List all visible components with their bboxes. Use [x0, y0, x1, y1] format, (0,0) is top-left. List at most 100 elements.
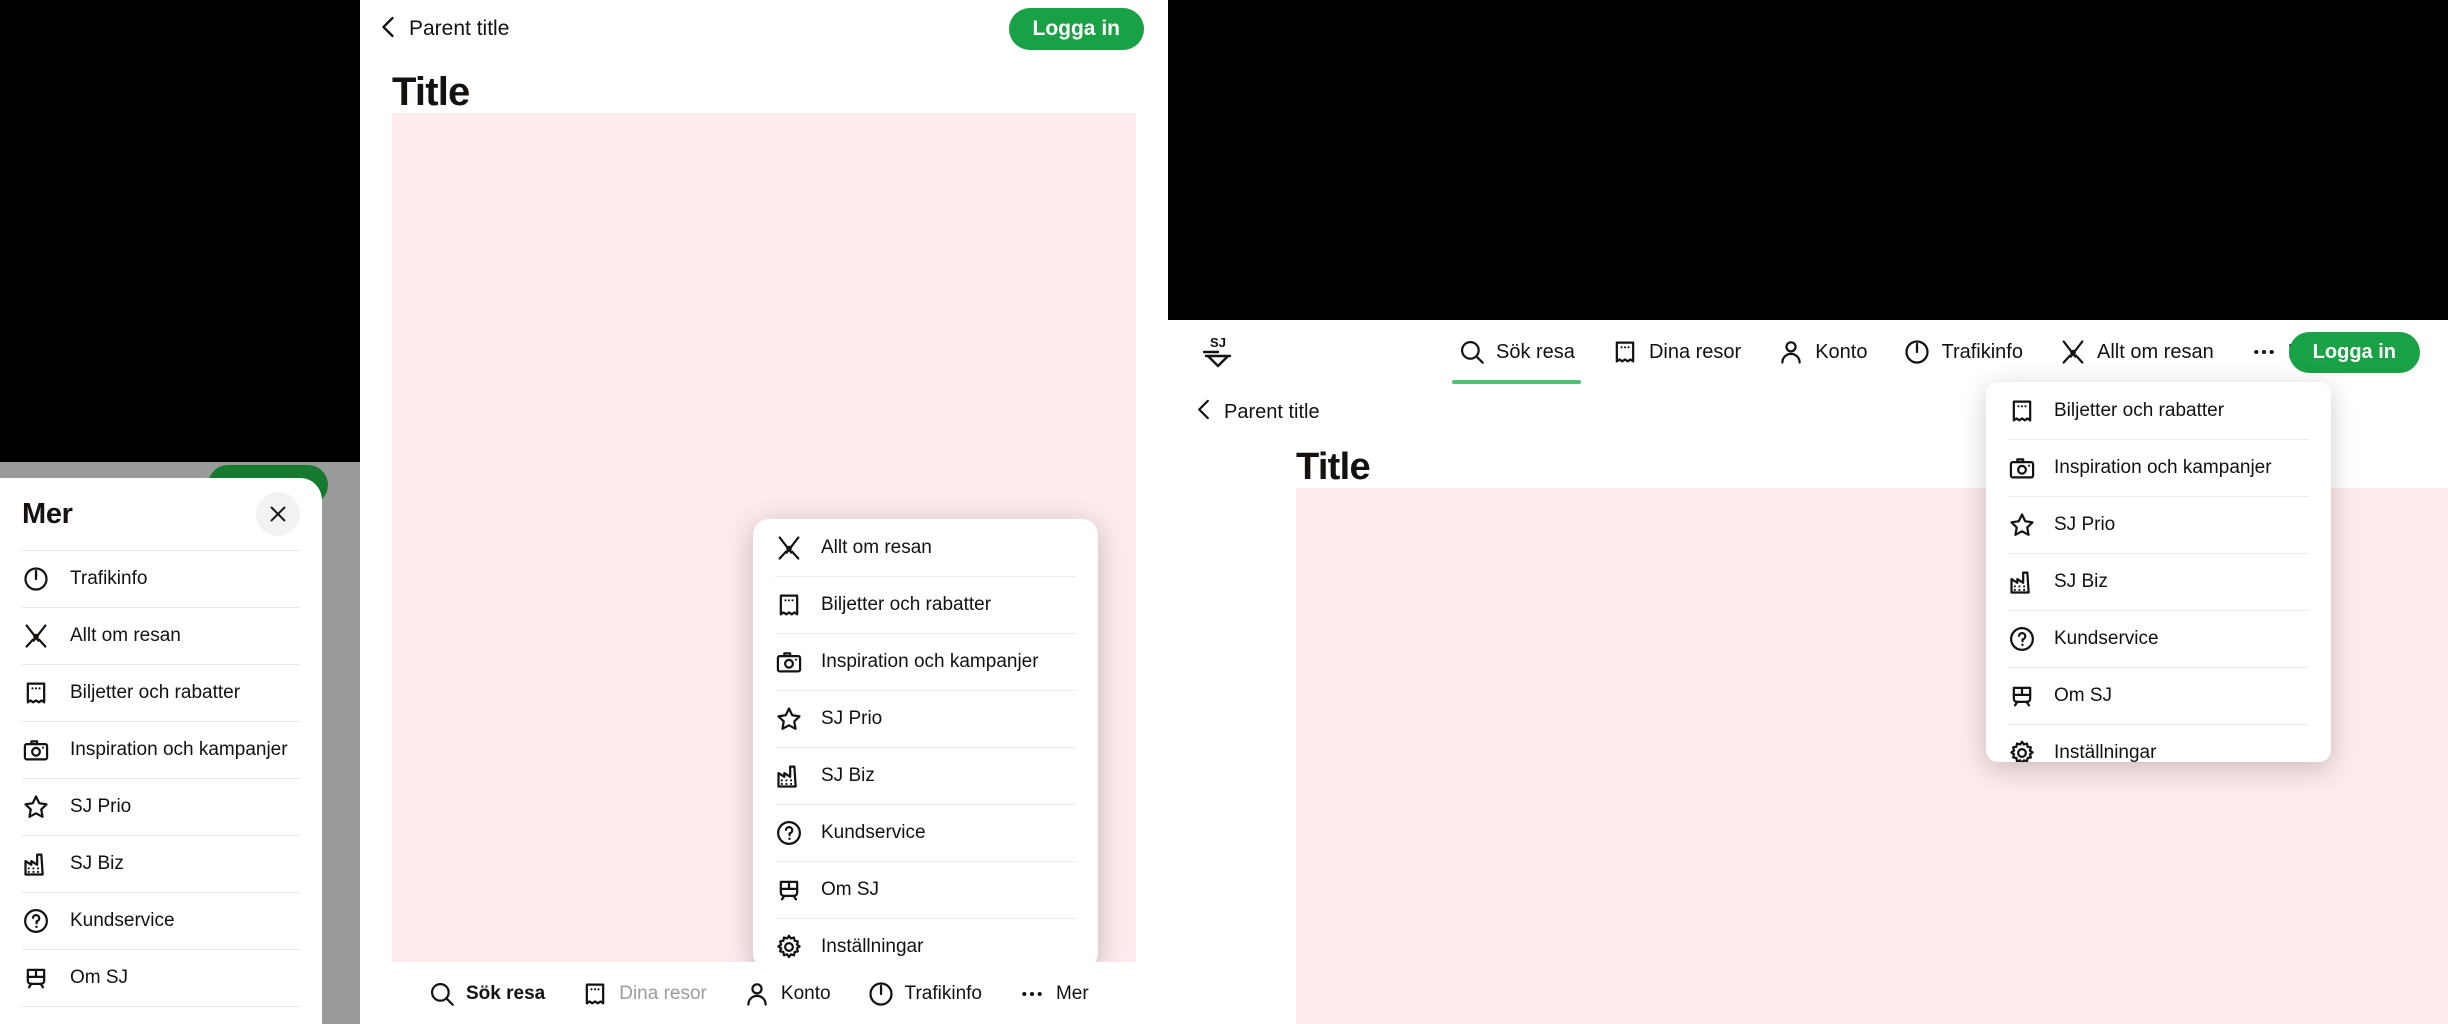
menu-item-label: Kundservice [2054, 628, 2159, 649]
nav-item-allt-om-resan[interactable]: Allt om resan [2041, 320, 2232, 384]
dropdown-menu-item[interactable]: SJ Biz [2008, 553, 2309, 610]
bottom-tab-bar: Sök resa Dina resor Konto Trafikinfo Mer [360, 962, 1168, 1024]
ticket-icon [1611, 338, 1639, 366]
more-bottom-sheet: Mer Trafikinfo Allt om resan Biljetter o… [0, 478, 322, 1024]
dropdown-menu-item[interactable]: Biljetter och rabatter [2008, 382, 2309, 439]
dropdown-menu-item[interactable]: Om SJ [2008, 667, 2309, 724]
menu-item-label: Inställningar [821, 936, 924, 957]
train-icon [775, 876, 803, 904]
chevron-left-icon [1196, 398, 1212, 426]
camera-icon [22, 736, 50, 764]
question-icon [775, 819, 803, 847]
menu-item-label: SJ Biz [70, 853, 124, 874]
back-breadcrumb-label: Parent title [409, 17, 510, 40]
popup-menu-item[interactable]: SJ Biz [775, 747, 1076, 804]
sheet-list-item[interactable]: Inspiration och kampanjer [22, 721, 300, 778]
dropdown-menu-item[interactable]: SJ Prio [2008, 496, 2309, 553]
sheet-list-item[interactable]: Action [22, 1006, 300, 1024]
more-sheet-list: Trafikinfo Allt om resan Biljetter och r… [0, 550, 322, 1024]
nav-item-trafikinfo[interactable]: Trafikinfo [1885, 320, 2041, 384]
menu-item-label: Allt om resan [821, 536, 932, 558]
question-icon [2008, 625, 2036, 653]
ellipsis-icon [2250, 338, 2278, 366]
factory-icon [22, 850, 50, 878]
cutlery-icon [775, 534, 803, 562]
sheet-list-item[interactable]: SJ Prio [22, 778, 300, 835]
sheet-header: Mer [0, 478, 322, 550]
popup-menu-item[interactable]: Biljetter och rabatter [775, 576, 1076, 633]
tab-label: Dina resor [619, 982, 707, 1004]
sj-logo-icon[interactable]: SJ [1196, 332, 1240, 372]
tab-dina-resor[interactable]: Dina resor [581, 980, 707, 1008]
gear-icon [775, 933, 803, 961]
back-breadcrumb-label: Parent title [1224, 400, 1320, 423]
menu-item-label: Om SJ [2054, 685, 2113, 706]
login-button[interactable]: Logga in [1008, 8, 1144, 50]
tab-label: Sök resa [466, 982, 546, 1004]
tab-label: Mer [1055, 982, 1089, 1004]
sheet-list-item[interactable]: Allt om resan [22, 607, 300, 664]
sheet-list-item[interactable]: Trafikinfo [22, 550, 300, 607]
sheet-list-item[interactable]: SJ Biz [22, 835, 300, 892]
menu-item-label: Inspiration och kampanjer [70, 739, 288, 760]
dropdown-menu-item[interactable]: Inställningar [2008, 724, 2309, 762]
nav-item-label: Dina resor [1648, 340, 1742, 363]
menu-item-label: Om SJ [70, 967, 129, 988]
clock-icon [867, 980, 895, 1008]
dropdown-menu-item[interactable]: Kundservice [2008, 610, 2309, 667]
more-popup-menu: Allt om resan Biljetter och rabatter Ins… [753, 519, 1098, 969]
clock-icon [1903, 338, 1931, 366]
camera-icon [775, 648, 803, 676]
tab-konto[interactable]: Konto [743, 980, 831, 1008]
search-icon [1458, 338, 1486, 366]
nav-item-sök-resa[interactable]: Sök resa [1440, 320, 1593, 384]
close-icon[interactable] [256, 492, 300, 536]
tab-mer[interactable]: Mer [1018, 980, 1089, 1008]
back-breadcrumb[interactable]: Parent title [380, 15, 509, 44]
desktop-nav-items: Sök resa Dina resor Konto Trafikinfo All… [1440, 320, 2340, 384]
dropdown-menu-item[interactable]: Inspiration och kampanjer [2008, 439, 2309, 496]
factory-icon [2008, 568, 2036, 596]
ticket-icon [775, 591, 803, 619]
person-icon [743, 980, 771, 1008]
more-dropdown-list: Biljetter och rabatter Inspiration och k… [1986, 382, 2331, 762]
screenshot-stage: Mer Trafikinfo Allt om resan Biljetter o… [0, 0, 2448, 1024]
ellipsis-icon [1018, 980, 1046, 1008]
desktop-page-panel: SJ Sök resa Dina resor Konto Trafikinfo … [1168, 320, 2448, 1024]
nav-item-label: Konto [1815, 340, 1868, 363]
menu-item-label: Om SJ [821, 879, 880, 900]
chevron-left-icon [380, 15, 397, 44]
nav-item-dina-resor[interactable]: Dina resor [1593, 320, 1759, 384]
clock-icon [22, 565, 50, 593]
train-icon [2008, 682, 2036, 710]
sheet-list-item[interactable]: Kundservice [22, 892, 300, 949]
popup-menu-item[interactable]: SJ Prio [775, 690, 1076, 747]
popup-menu-item[interactable]: Allt om resan [775, 519, 1076, 576]
sheet-title: Mer [22, 497, 73, 530]
camera-icon [2008, 454, 2036, 482]
menu-item-label: SJ Biz [2054, 571, 2108, 592]
nav-item-konto[interactable]: Konto [1759, 320, 1885, 384]
menu-item-label: Biljetter och rabatter [70, 682, 241, 703]
ticket-icon [22, 679, 50, 707]
menu-item-label: Biljetter och rabatter [821, 594, 992, 615]
person-icon [1777, 338, 1805, 366]
tab-sök-resa[interactable]: Sök resa [428, 980, 545, 1008]
menu-item-label: Kundservice [821, 822, 926, 843]
menu-item-label: Inspiration och kampanjer [2054, 457, 2272, 478]
cutlery-icon [22, 622, 50, 650]
popup-menu-item[interactable]: Kundservice [775, 804, 1076, 861]
tab-trafikinfo[interactable]: Trafikinfo [867, 980, 982, 1008]
menu-item-label: Allt om resan [70, 625, 181, 646]
sheet-list-item[interactable]: Biljetter och rabatter [22, 664, 300, 721]
gear-icon [2008, 739, 2036, 762]
login-button[interactable]: Logga in [2288, 332, 2420, 373]
popup-menu-item[interactable]: Inspiration och kampanjer [775, 633, 1076, 690]
more-dropdown-menu: Biljetter och rabatter Inspiration och k… [1986, 382, 2331, 762]
popup-menu-item[interactable]: Om SJ [775, 861, 1076, 918]
more-popup-list: Allt om resan Biljetter och rabatter Ins… [753, 519, 1098, 969]
ticket-icon [581, 980, 609, 1008]
menu-item-label: Inställningar [2054, 742, 2157, 762]
sheet-list-item[interactable]: Om SJ [22, 949, 300, 1006]
menu-item-label: SJ Prio [821, 708, 883, 729]
